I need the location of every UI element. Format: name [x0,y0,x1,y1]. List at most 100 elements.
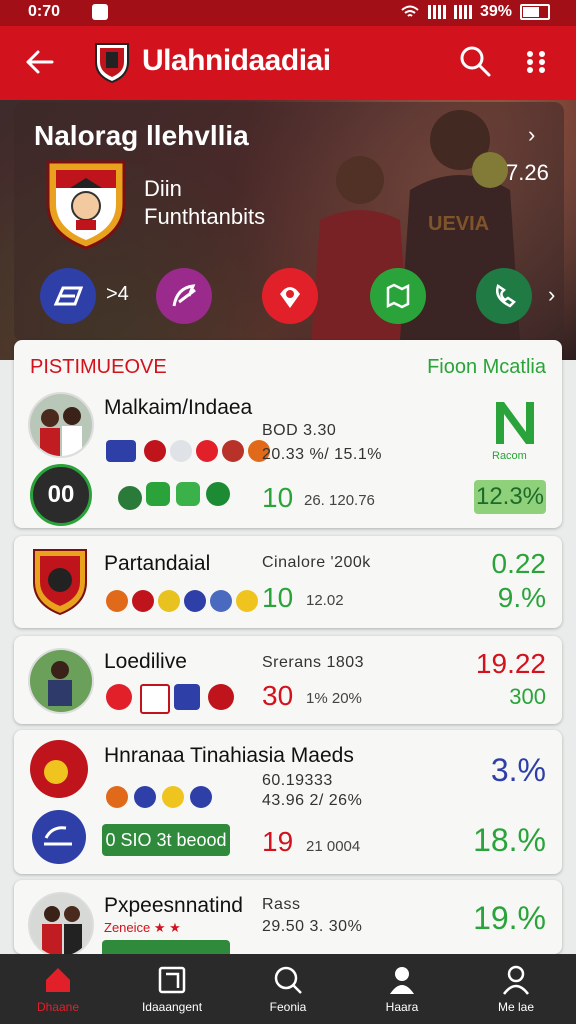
scroll-right-icon[interactable]: › [548,282,555,308]
stat-line-1: Rass [262,896,301,913]
more-options-button[interactable] [524,46,548,78]
stat-line: Srerans 1803 [262,654,365,671]
nav-home[interactable]: Dhaane [8,954,108,1024]
card-right-label: Fioon Mcatlia [427,356,546,378]
player-card-4[interactable]: Hnranaa Tinahiasia Maeds 60.19333 43.96 … [14,730,562,874]
nav-people[interactable]: Haara [352,954,452,1024]
home-icon [46,968,70,992]
player-photo-icon [30,650,92,712]
stat-line-2: 29.50 3. 30% [262,918,363,935]
player-card-3[interactable]: Loedilive Srerans 1803 30 1% 20% 19.22 3… [14,636,562,724]
back-button[interactable] [22,44,62,80]
app-bar: Ulahnidaadiai [0,26,576,100]
hero-score: 7.26 [506,160,549,185]
flag-badge-icon [140,684,170,714]
small-value: 1% 20% [306,690,362,707]
nav-profile[interactable]: Me lae [466,954,566,1024]
badge-icon [210,590,232,612]
percent-2: 300 [509,684,546,709]
avatar [28,392,94,458]
nav-label: Feonia [269,1000,307,1014]
quick-action-5[interactable] [476,268,532,324]
wifi-icon [401,5,419,17]
icon-chip [206,482,230,506]
player-card-2[interactable]: Partandaial Cinalore '200k 10 12.02 0.22… [14,536,562,628]
player-name: Malkaim/Indaea [104,396,253,419]
badge-icon [132,590,154,612]
badge-icon [106,590,128,612]
stat-line: Cinalore '200k [262,554,371,571]
status-icons: 39% [400,3,550,21]
big-value: 10 [262,482,294,513]
badge-icon [106,786,128,808]
players-photo-icon [30,894,92,954]
big-value: 30 [262,680,294,711]
boot-icon [172,284,196,307]
arrow-left-icon [26,50,54,74]
badge-icon [174,684,200,710]
quick-action-count: >4 [106,283,129,305]
big-value: 10 [262,582,294,613]
location-pin-icon [280,287,300,308]
search-button[interactable] [458,44,492,78]
profile-icon [503,965,529,995]
action-bar[interactable]: 0 SIO 3t beood [102,824,230,856]
phone-icon [496,284,516,308]
badge-counter: 00 [30,464,92,526]
percent-2: 9.% [497,582,546,613]
quick-action-3[interactable] [262,268,318,324]
person-icon [390,967,414,994]
badge-icon [170,440,192,462]
small-value: 26. 120.76 [304,492,375,509]
club-logo-icon [95,43,129,84]
map-icon [386,283,410,309]
nav-management[interactable]: Idaaangent [122,954,222,1024]
player-card-1[interactable]: PISTIMUEOVE Fioon Mcatlia Malkaim/Indaea… [14,340,562,528]
battery-percent: 39% [479,3,512,20]
status-time: 0:70 [28,3,61,20]
battery-icon [520,4,550,20]
team-logo-icon [32,810,86,864]
player-card-5[interactable]: Pxpeesnnatind Zeneice ★ ★ Rass 29.50 3. … [14,880,562,954]
small-value: 12.02 [306,592,344,609]
icon-chip [146,482,170,506]
chevron-right-icon[interactable]: › [528,122,535,148]
hero-subtitle-2: Funthtanbits [144,204,266,229]
percent-1: 3.% [490,752,546,788]
quick-action-4[interactable] [370,268,426,324]
stat-line-1: 60.19333 [262,772,333,789]
badge-icon [222,440,244,462]
quick-action-2[interactable] [156,268,212,324]
player-name: Partandaial [104,552,211,575]
search-icon [460,46,491,77]
team-crest-icon [46,160,126,250]
badge-icon [184,590,206,612]
nav-search[interactable]: Feonia [238,954,338,1024]
nav-label: Idaaangent [141,1000,203,1014]
percent: 19.% [473,900,546,936]
stat-line-2: 20.33 %/ 15.1% [262,446,382,463]
team-logo-icon [106,440,136,462]
action-bar[interactable] [102,940,230,954]
player-caption: Zeneice ★ ★ [104,920,181,935]
card-left-label: PISTIMUEOVE [30,356,167,378]
percent-2: 18.% [473,822,546,858]
badge-icon [190,786,212,808]
app-title: Ulahnidaadiai [142,44,331,77]
quick-action-1[interactable] [40,268,96,324]
players-photo-icon [30,394,92,456]
league-title: Nalorag llehvllia [34,120,249,151]
bottom-navigation: Dhaane Idaaangent Feonia Haara Me lae [0,954,576,1024]
hero-banner[interactable]: UEVIA Nalorag llehvllia › Diin Funthtanb… [0,100,576,360]
small-value: 21 0004 [306,838,361,855]
team-n-logo-icon [496,402,534,444]
badge-icon [208,684,234,710]
flag-icon [53,286,83,306]
badge-icon [162,786,184,808]
logo-caption: Racom [492,450,527,462]
icon-chip [176,482,200,506]
player-name: Pxpeesnnatind [104,894,243,917]
badge-icon [158,590,180,612]
status-bar: 0:70 39% [0,0,576,26]
search-icon [274,966,302,994]
